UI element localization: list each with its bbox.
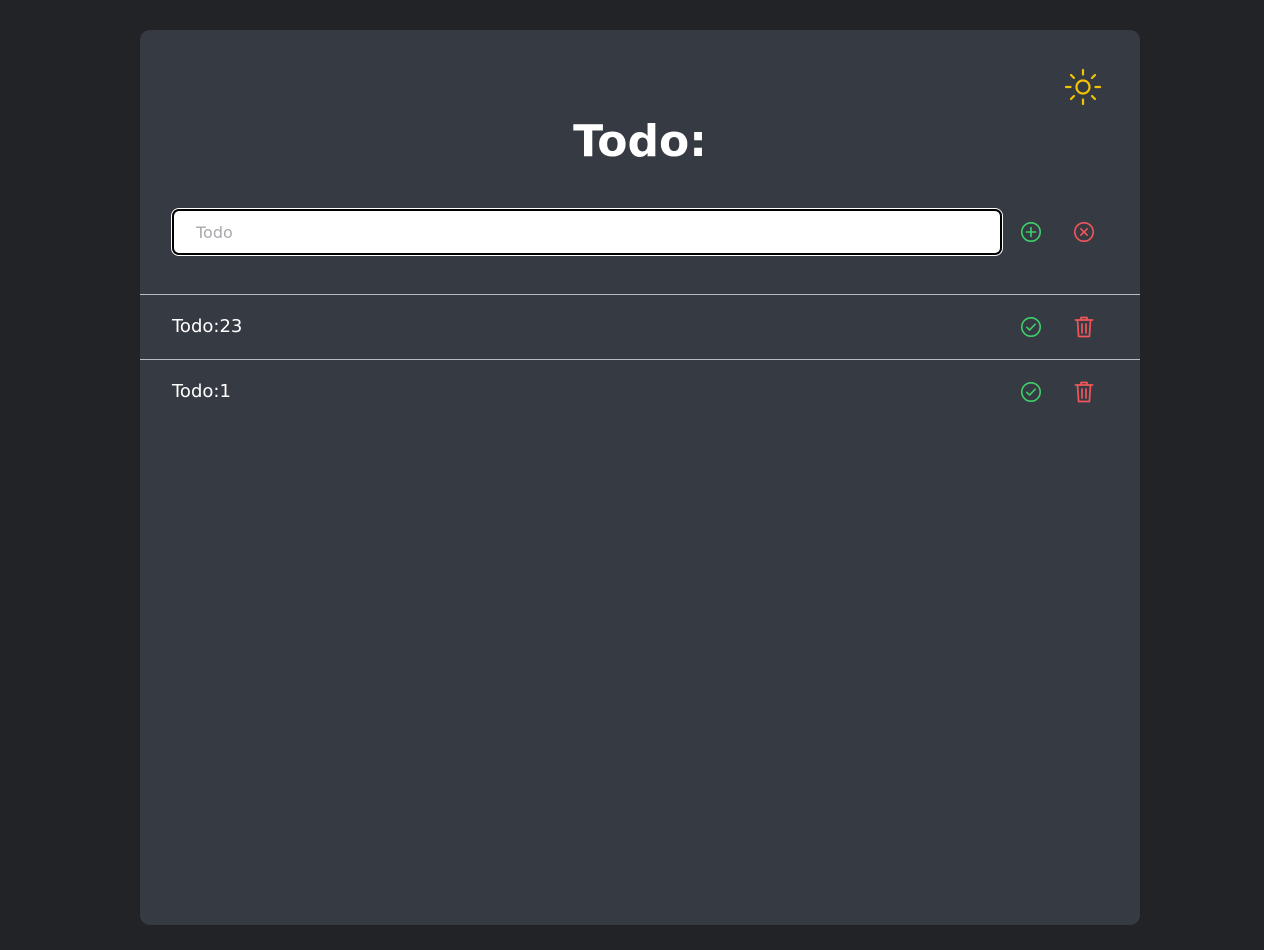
delete-todo-button[interactable] (1069, 312, 1099, 342)
todo-item: Todo:1 (140, 359, 1140, 424)
add-todo-button[interactable] (1016, 217, 1046, 247)
complete-todo-button[interactable] (1016, 312, 1046, 342)
plus-circle-icon (1021, 222, 1041, 242)
todo-list: Todo:23 Todo:1 (140, 294, 1140, 424)
todo-item-label: Todo:1 (172, 381, 231, 402)
todo-item: Todo:23 (140, 294, 1140, 359)
theme-toggle-button[interactable] (1063, 67, 1103, 107)
new-todo-row (171, 208, 1111, 256)
check-circle-icon (1021, 317, 1041, 337)
complete-todo-button[interactable] (1016, 377, 1046, 407)
sun-icon (1064, 68, 1102, 106)
trash-icon (1074, 381, 1094, 403)
todo-input[interactable] (171, 208, 1003, 256)
delete-todo-button[interactable] (1069, 377, 1099, 407)
page-title: Todo: (573, 116, 707, 167)
x-circle-icon (1074, 222, 1094, 242)
trash-icon (1074, 316, 1094, 338)
check-circle-icon (1021, 382, 1041, 402)
todo-item-label: Todo:23 (172, 316, 243, 337)
clear-input-button[interactable] (1069, 217, 1099, 247)
todo-card: Todo: Todo:23 (140, 30, 1140, 925)
